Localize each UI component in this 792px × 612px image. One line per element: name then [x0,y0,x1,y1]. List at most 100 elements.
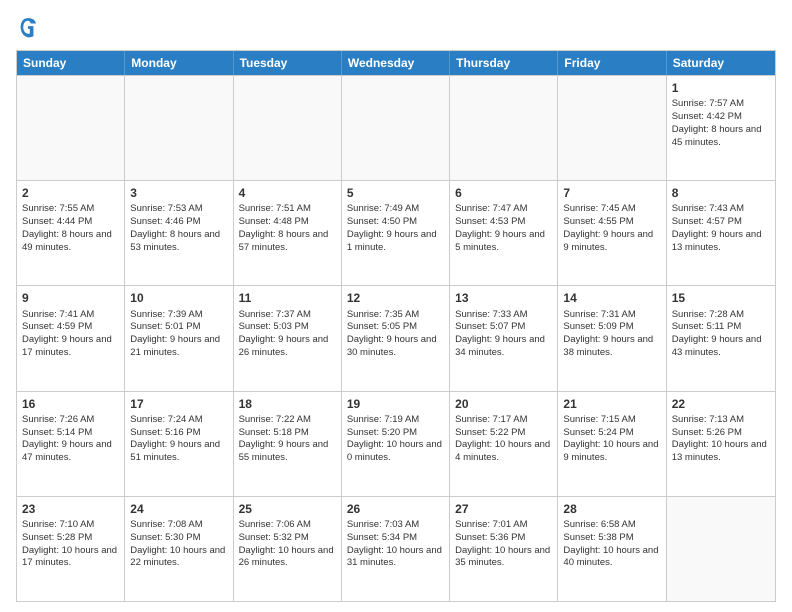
day-info: Sunrise: 7:47 AM Sunset: 4:53 PM Dayligh… [455,203,545,252]
calendar-day-13: 13 Sunrise: 7:33 AM Sunset: 5:07 PM Dayli… [450,286,558,390]
day-number: 21 [563,396,660,412]
day-info: Sunrise: 7:24 AM Sunset: 5:16 PM Dayligh… [130,414,220,463]
day-info: Sunrise: 7:15 AM Sunset: 5:24 PM Dayligh… [563,414,658,463]
day-info: Sunrise: 7:22 AM Sunset: 5:18 PM Dayligh… [239,414,329,463]
day-info: Sunrise: 7:55 AM Sunset: 4:44 PM Dayligh… [22,203,112,252]
day-number: 22 [672,396,770,412]
day-info: Sunrise: 7:10 AM Sunset: 5:28 PM Dayligh… [22,519,117,568]
day-number: 11 [239,290,336,306]
day-number: 14 [563,290,660,306]
day-number: 2 [22,185,119,201]
calendar-day-12: 12 Sunrise: 7:35 AM Sunset: 5:05 PM Dayli… [342,286,450,390]
day-number: 12 [347,290,444,306]
day-info: Sunrise: 7:41 AM Sunset: 4:59 PM Dayligh… [22,309,112,358]
day-info: Sunrise: 7:31 AM Sunset: 5:09 PM Dayligh… [563,309,653,358]
calendar-day-4: 4 Sunrise: 7:51 AM Sunset: 4:48 PM Daylig… [234,181,342,285]
header-cell-saturday: Saturday [667,51,775,75]
day-number: 28 [563,501,660,517]
day-number: 7 [563,185,660,201]
calendar-week-1: 1 Sunrise: 7:57 AM Sunset: 4:42 PM Daylig… [17,75,775,180]
header [16,16,776,40]
day-info: Sunrise: 7:33 AM Sunset: 5:07 PM Dayligh… [455,309,545,358]
header-cell-monday: Monday [125,51,233,75]
day-number: 19 [347,396,444,412]
day-info: Sunrise: 6:58 AM Sunset: 5:38 PM Dayligh… [563,519,658,568]
header-cell-tuesday: Tuesday [234,51,342,75]
header-cell-thursday: Thursday [450,51,558,75]
calendar-day-19: 19 Sunrise: 7:19 AM Sunset: 5:20 PM Dayli… [342,392,450,496]
day-number: 18 [239,396,336,412]
calendar-day-9: 9 Sunrise: 7:41 AM Sunset: 4:59 PM Daylig… [17,286,125,390]
day-info: Sunrise: 7:01 AM Sunset: 5:36 PM Dayligh… [455,519,550,568]
day-number: 27 [455,501,552,517]
calendar-day-2: 2 Sunrise: 7:55 AM Sunset: 4:44 PM Daylig… [17,181,125,285]
day-info: Sunrise: 7:43 AM Sunset: 4:57 PM Dayligh… [672,203,762,252]
day-number: 25 [239,501,336,517]
day-info: Sunrise: 7:45 AM Sunset: 4:55 PM Dayligh… [563,203,653,252]
day-number: 1 [672,80,770,96]
page: SundayMondayTuesdayWednesdayThursdayFrid… [0,0,792,612]
day-info: Sunrise: 7:06 AM Sunset: 5:32 PM Dayligh… [239,519,334,568]
day-info: Sunrise: 7:39 AM Sunset: 5:01 PM Dayligh… [130,309,220,358]
header-cell-wednesday: Wednesday [342,51,450,75]
calendar-day-28: 28 Sunrise: 6:58 AM Sunset: 5:38 PM Dayli… [558,497,666,601]
logo [16,16,42,40]
day-info: Sunrise: 7:53 AM Sunset: 4:46 PM Dayligh… [130,203,220,252]
calendar-day-18: 18 Sunrise: 7:22 AM Sunset: 5:18 PM Dayli… [234,392,342,496]
day-info: Sunrise: 7:03 AM Sunset: 5:34 PM Dayligh… [347,519,442,568]
calendar-day-10: 10Sunrise: 7:39 AM Sunset: 5:01 PM Dayli… [125,286,233,390]
calendar-empty-cell [342,76,450,180]
day-info: Sunrise: 7:49 AM Sunset: 4:50 PM Dayligh… [347,203,437,252]
day-info: Sunrise: 7:35 AM Sunset: 5:05 PM Dayligh… [347,309,437,358]
day-number: 26 [347,501,444,517]
day-info: Sunrise: 7:26 AM Sunset: 5:14 PM Dayligh… [22,414,112,463]
calendar-day-27: 27 Sunrise: 7:01 AM Sunset: 5:36 PM Dayli… [450,497,558,601]
day-info: Sunrise: 7:19 AM Sunset: 5:20 PM Dayligh… [347,414,442,463]
day-number: 23 [22,501,119,517]
calendar-day-16: 16Sunrise: 7:26 AM Sunset: 5:14 PM Dayli… [17,392,125,496]
header-cell-friday: Friday [558,51,666,75]
day-number: 8 [672,185,770,201]
calendar-header-row: SundayMondayTuesdayWednesdayThursdayFrid… [17,51,775,75]
day-number: 20 [455,396,552,412]
calendar: SundayMondayTuesdayWednesdayThursdayFrid… [16,50,776,602]
day-info: Sunrise: 7:51 AM Sunset: 4:48 PM Dayligh… [239,203,329,252]
calendar-day-17: 17 Sunrise: 7:24 AM Sunset: 5:16 PM Dayli… [125,392,233,496]
calendar-empty-cell [558,76,666,180]
day-info: Sunrise: 7:37 AM Sunset: 5:03 PM Dayligh… [239,309,329,358]
calendar-day-11: 11 Sunrise: 7:37 AM Sunset: 5:03 PM Dayli… [234,286,342,390]
calendar-day-14: 14 Sunrise: 7:31 AM Sunset: 5:09 PM Dayli… [558,286,666,390]
day-info: Sunrise: 7:28 AM Sunset: 5:11 PM Dayligh… [672,309,762,358]
calendar-day-8: 8 Sunrise: 7:43 AM Sunset: 4:57 PM Daylig… [667,181,775,285]
calendar-day-25: 25 Sunrise: 7:06 AM Sunset: 5:32 PM Dayli… [234,497,342,601]
day-number: 13 [455,290,552,306]
day-number: 4 [239,185,336,201]
day-info: Sunrise: 7:57 AM Sunset: 4:42 PM Dayligh… [672,98,762,147]
day-number: 9 [22,290,119,306]
logo-icon [18,16,38,40]
calendar-day-6: 6Sunrise: 7:47 AM Sunset: 4:53 PM Daylig… [450,181,558,285]
day-number: 3 [130,185,227,201]
day-number: 24 [130,501,227,517]
calendar-week-3: 9 Sunrise: 7:41 AM Sunset: 4:59 PM Daylig… [17,285,775,390]
day-info: Sunrise: 7:17 AM Sunset: 5:22 PM Dayligh… [455,414,550,463]
calendar-week-2: 2 Sunrise: 7:55 AM Sunset: 4:44 PM Daylig… [17,180,775,285]
calendar-empty-cell [667,497,775,601]
calendar-week-4: 16Sunrise: 7:26 AM Sunset: 5:14 PM Dayli… [17,391,775,496]
day-info: Sunrise: 7:08 AM Sunset: 5:30 PM Dayligh… [130,519,225,568]
calendar-empty-cell [450,76,558,180]
calendar-empty-cell [234,76,342,180]
calendar-empty-cell [17,76,125,180]
calendar-day-1: 1 Sunrise: 7:57 AM Sunset: 4:42 PM Daylig… [667,76,775,180]
day-number: 15 [672,290,770,306]
calendar-day-5: 5Sunrise: 7:49 AM Sunset: 4:50 PM Daylig… [342,181,450,285]
calendar-day-21: 21 Sunrise: 7:15 AM Sunset: 5:24 PM Dayli… [558,392,666,496]
calendar-week-5: 23 Sunrise: 7:10 AM Sunset: 5:28 PM Dayli… [17,496,775,601]
day-number: 17 [130,396,227,412]
calendar-day-22: 22Sunrise: 7:13 AM Sunset: 5:26 PM Dayli… [667,392,775,496]
calendar-day-26: 26 Sunrise: 7:03 AM Sunset: 5:34 PM Dayli… [342,497,450,601]
calendar-day-20: 20 Sunrise: 7:17 AM Sunset: 5:22 PM Dayli… [450,392,558,496]
calendar-day-15: 15 Sunrise: 7:28 AM Sunset: 5:11 PM Dayli… [667,286,775,390]
header-cell-sunday: Sunday [17,51,125,75]
calendar-day-3: 3 Sunrise: 7:53 AM Sunset: 4:46 PM Daylig… [125,181,233,285]
